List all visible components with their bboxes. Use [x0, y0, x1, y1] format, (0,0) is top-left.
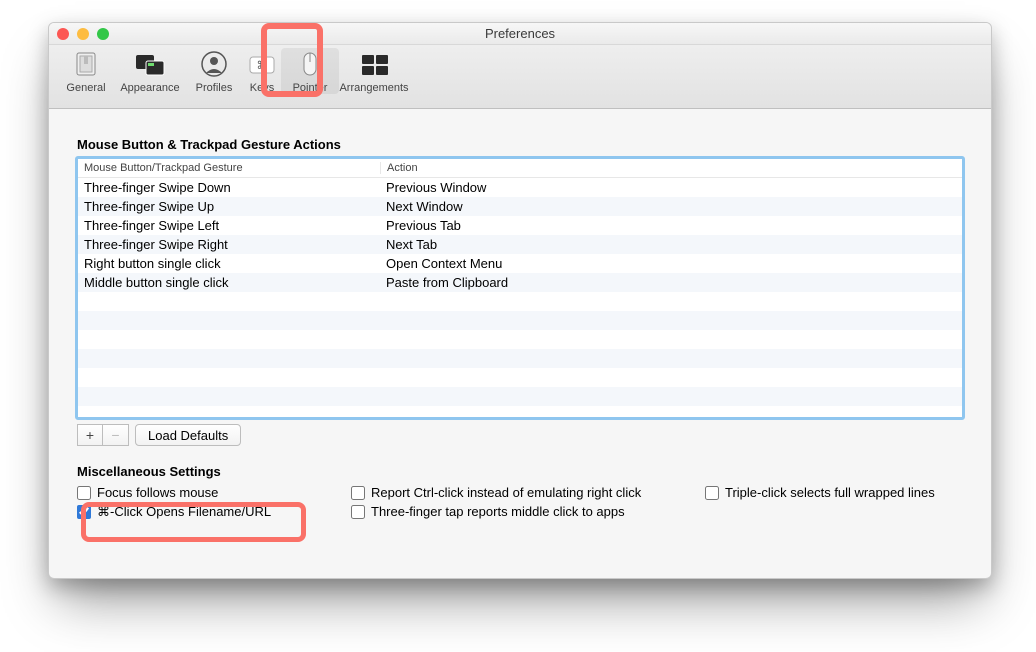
cell-action: Previous Tab — [380, 218, 962, 233]
cell-action: Previous Window — [380, 180, 962, 195]
checkbox-label: Report Ctrl-click instead of emulating r… — [371, 485, 641, 500]
cell-action: Next Window — [380, 199, 962, 214]
checkbox-input[interactable] — [351, 486, 365, 500]
toolbar-label: Profiles — [196, 82, 233, 94]
table-header-action[interactable]: Action — [381, 162, 962, 174]
table-row[interactable]: Three-finger Swipe RightNext Tab — [78, 235, 962, 254]
cell-gesture: Three-finger Swipe Left — [78, 218, 380, 233]
table-row-empty[interactable] — [78, 368, 962, 387]
checkbox-input[interactable] — [77, 505, 91, 519]
table-row-empty[interactable] — [78, 330, 962, 349]
toolbar-label: Keys — [250, 82, 274, 94]
checkbox-triple-click-wrapped[interactable]: Triple-click selects full wrapped lines — [705, 485, 935, 500]
toolbar-item-arrangements[interactable]: Arrangements — [339, 48, 409, 94]
table-header-gesture[interactable]: Mouse Button/Trackpad Gesture — [78, 162, 381, 174]
misc-settings: Focus follows mouse ⌘-Click Opens Filenam… — [77, 485, 963, 520]
misc-col-3: Triple-click selects full wrapped lines — [705, 485, 935, 520]
titlebar: Preferences — [49, 23, 991, 45]
cell-gesture: Three-finger Swipe Right — [78, 237, 380, 252]
table-header: Mouse Button/Trackpad Gesture Action — [78, 159, 962, 178]
table-row-empty[interactable] — [78, 292, 962, 311]
toolbar-label: Arrangements — [339, 82, 408, 94]
load-defaults-button[interactable]: Load Defaults — [135, 424, 241, 446]
toolbar-item-keys[interactable]: ⌘ Keys — [243, 48, 281, 94]
checkbox-cmd-click-opens[interactable]: ⌘-Click Opens Filename/URL — [77, 504, 327, 520]
profile-icon — [198, 48, 230, 80]
misc-section-title: Miscellaneous Settings — [77, 464, 963, 479]
checkbox-label: ⌘-Click Opens Filename/URL — [97, 504, 271, 520]
misc-col-1: Focus follows mouse ⌘-Click Opens Filenam… — [77, 485, 327, 520]
cell-gesture: Three-finger Swipe Up — [78, 199, 380, 214]
window-title: Preferences — [49, 26, 991, 41]
cell-gesture: Three-finger Swipe Down — [78, 180, 380, 195]
windows-icon — [134, 48, 166, 80]
toolbar-label: Appearance — [120, 82, 179, 94]
checkbox-report-ctrl-click[interactable]: Report Ctrl-click instead of emulating r… — [351, 485, 681, 500]
cell-gesture: Right button single click — [78, 256, 380, 271]
cell-gesture: Middle button single click — [78, 275, 380, 290]
cell-action: Open Context Menu — [380, 256, 962, 271]
toolbar-item-pointer[interactable]: Pointer — [281, 48, 339, 94]
checkbox-label: Three-finger tap reports middle click to… — [371, 504, 625, 519]
table-row-empty[interactable] — [78, 311, 962, 330]
checkbox-focus-follows-mouse[interactable]: Focus follows mouse — [77, 485, 327, 500]
table-row[interactable]: Middle button single clickPaste from Cli… — [78, 273, 962, 292]
grid-icon — [358, 48, 390, 80]
toolbar-item-profiles[interactable]: Profiles — [185, 48, 243, 94]
checkbox-input[interactable] — [351, 505, 365, 519]
cell-action: Paste from Clipboard — [380, 275, 962, 290]
preferences-window: Preferences General Appearance Profiles — [48, 22, 992, 579]
content-area: Mouse Button & Trackpad Gesture Actions … — [49, 109, 991, 536]
table-row[interactable]: Three-finger Swipe UpNext Window — [78, 197, 962, 216]
table-row-empty[interactable] — [78, 349, 962, 368]
checkbox-three-finger-tap[interactable]: Three-finger tap reports middle click to… — [351, 504, 681, 519]
misc-col-2: Report Ctrl-click instead of emulating r… — [351, 485, 681, 520]
svg-text:⌘: ⌘ — [257, 60, 268, 72]
checkbox-label: Focus follows mouse — [97, 485, 218, 500]
toolbar-item-general[interactable]: General — [57, 48, 115, 94]
checkbox-input[interactable] — [705, 486, 719, 500]
remove-button[interactable]: − — [103, 424, 129, 446]
toolbar-label: General — [66, 82, 105, 94]
toolbar-label: Pointer — [293, 82, 328, 94]
table-body: Three-finger Swipe DownPrevious WindowTh… — [78, 178, 962, 416]
gesture-section-title: Mouse Button & Trackpad Gesture Actions — [77, 137, 963, 152]
checkbox-input[interactable] — [77, 486, 91, 500]
gesture-table[interactable]: Mouse Button/Trackpad Gesture Action Thr… — [77, 158, 963, 418]
table-row[interactable]: Right button single clickOpen Context Me… — [78, 254, 962, 273]
mouse-icon — [294, 48, 326, 80]
switch-icon — [70, 48, 102, 80]
table-row[interactable]: Three-finger Swipe DownPrevious Window — [78, 178, 962, 197]
table-button-row: + − Load Defaults — [77, 424, 963, 446]
checkbox-label: Triple-click selects full wrapped lines — [725, 485, 935, 500]
table-row[interactable]: Three-finger Swipe LeftPrevious Tab — [78, 216, 962, 235]
keyboard-icon: ⌘ — [246, 48, 278, 80]
table-row-empty[interactable] — [78, 387, 962, 406]
toolbar-item-appearance[interactable]: Appearance — [115, 48, 185, 94]
add-button[interactable]: + — [77, 424, 103, 446]
cell-action: Next Tab — [380, 237, 962, 252]
toolbar: General Appearance Profiles ⌘ Keys — [49, 45, 991, 109]
